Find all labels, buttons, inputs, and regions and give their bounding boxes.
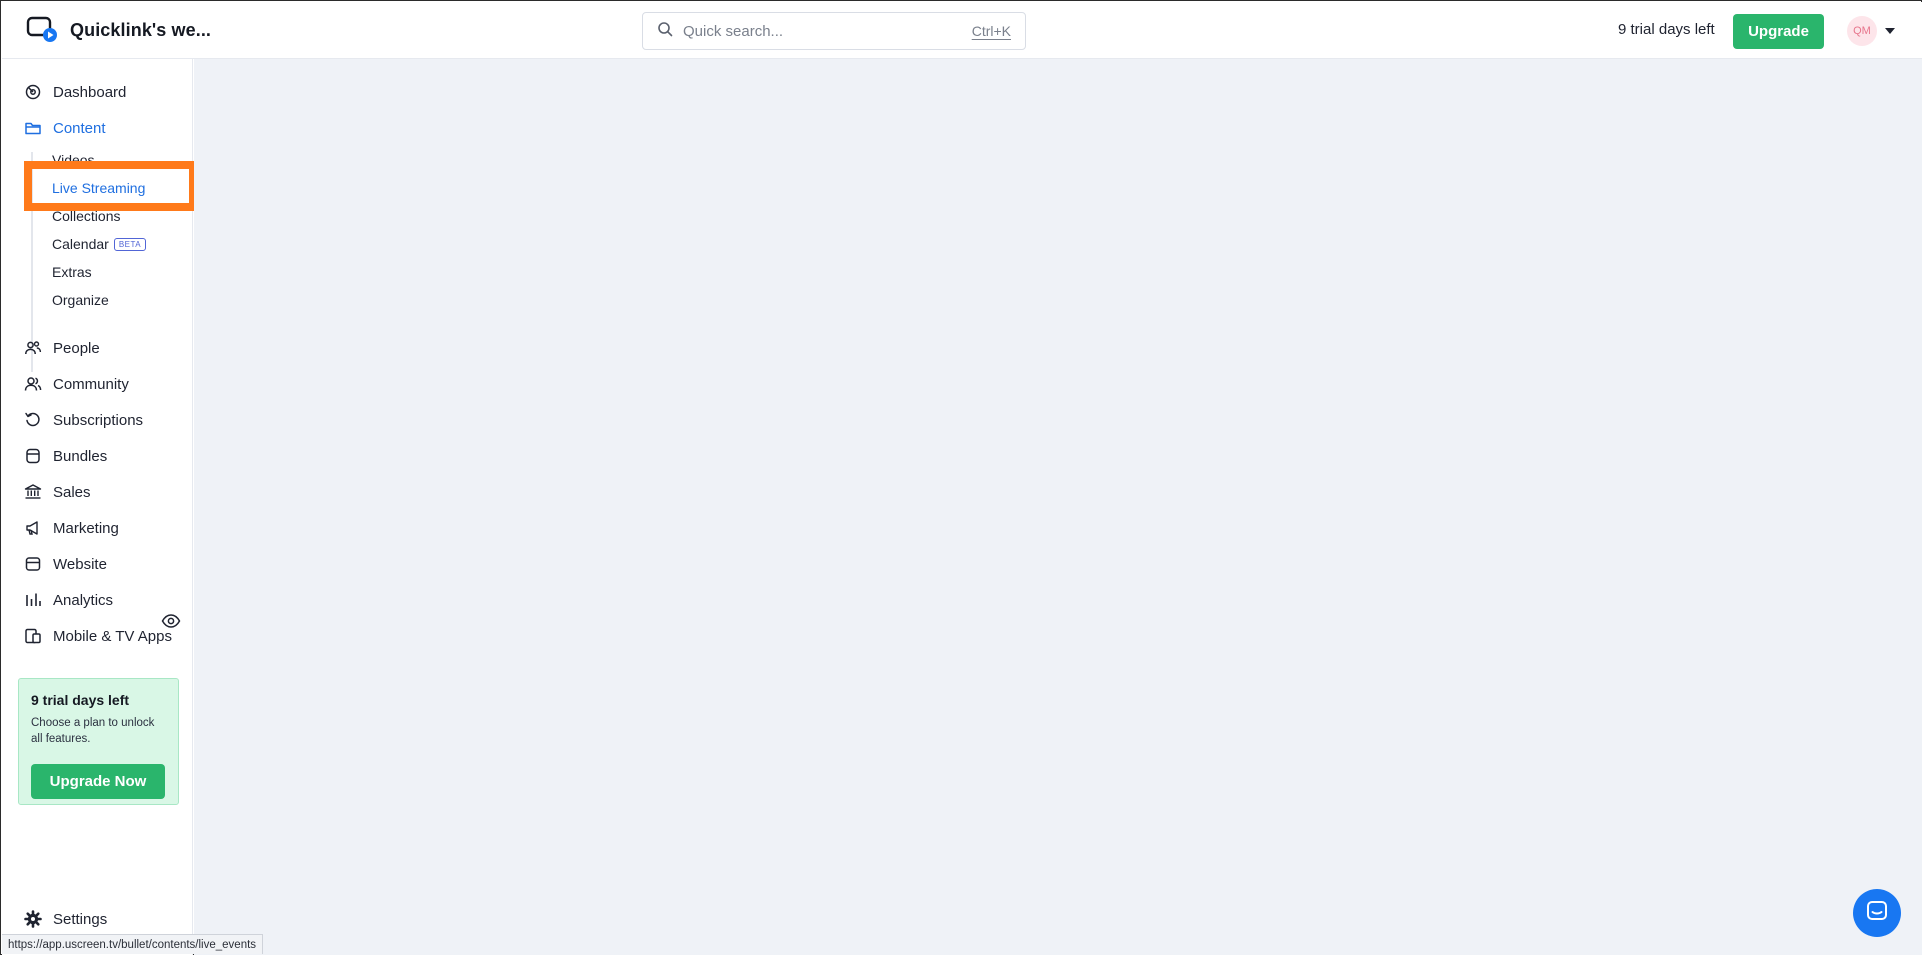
- sidebar-item-label: Website: [53, 555, 107, 573]
- dashboard-icon: [24, 83, 42, 101]
- subnav-item-videos[interactable]: Videos: [52, 150, 95, 170]
- sidebar-item-website[interactable]: Website: [24, 552, 107, 576]
- sidebar-item-label: People: [53, 339, 100, 357]
- community-icon: [24, 375, 42, 393]
- people-icon: [24, 339, 42, 357]
- chat-icon: [1865, 899, 1889, 928]
- sidebar-item-mobile-tv-apps[interactable]: Mobile & TV Apps: [24, 624, 172, 648]
- search-shortcut: Ctrl+K: [971, 23, 1011, 39]
- subnav-item-extras[interactable]: Extras: [52, 262, 92, 282]
- sidebar-item-label: Subscriptions: [53, 411, 144, 429]
- sidebar-item-label: Content: [53, 119, 106, 137]
- bank-icon: [24, 483, 42, 501]
- brand[interactable]: Quicklink's we...: [26, 15, 211, 45]
- search-placeholder: Quick search...: [683, 22, 784, 40]
- sidebar-item-marketing[interactable]: Marketing: [24, 516, 119, 540]
- upgrade-now-button[interactable]: Upgrade Now: [31, 764, 165, 799]
- sidebar-item-label: Bundles: [53, 447, 108, 465]
- upgrade-button[interactable]: Upgrade: [1733, 14, 1824, 49]
- sidebar-item-subscriptions[interactable]: Subscriptions: [24, 408, 143, 432]
- sidebar-item-dashboard[interactable]: Dashboard: [24, 80, 126, 104]
- sidebar-item-bundles[interactable]: Bundles: [24, 444, 107, 468]
- sidebar-item-label: Community: [53, 375, 129, 393]
- sidebar: Dashboard Content Videos Live Streaming …: [2, 59, 197, 955]
- sidebar-item-people[interactable]: People: [24, 336, 100, 360]
- status-url: https://app.uscreen.tv/bullet/contents/l…: [2, 934, 264, 954]
- subnav-item-organize[interactable]: Organize: [52, 290, 109, 310]
- trial-card-text: Choose a plan to unlock all features.: [31, 717, 155, 745]
- sidebar-item-community[interactable]: Community: [24, 372, 129, 396]
- sidebar-item-label: Settings: [53, 910, 108, 928]
- search-icon: [657, 21, 673, 42]
- sidebar-item-label: Mobile & TV Apps: [53, 627, 172, 645]
- subscriptions-icon: [24, 411, 42, 429]
- brand-name: Quicklink's we...: [70, 19, 212, 40]
- folder-icon: [24, 119, 42, 137]
- subnav-item-live-streaming[interactable]: Live Streaming: [52, 178, 145, 198]
- trial-card-title: 9 trial days left: [31, 692, 130, 708]
- sidebar-item-analytics[interactable]: Analytics: [24, 588, 113, 612]
- megaphone-icon: [24, 519, 42, 537]
- brand-logo-icon: [26, 15, 60, 45]
- app-window: Quicklink's we... Quick search... Ctrl+K…: [0, 0, 1922, 955]
- sidebar-item-label: Marketing: [53, 519, 119, 537]
- sidebar-item-settings[interactable]: Settings: [24, 907, 107, 931]
- trial-days-text: 9 trial days left: [1618, 21, 1715, 38]
- subnav-item-calendar[interactable]: Calendar BETA: [52, 234, 147, 254]
- chat-launcher-button[interactable]: [1853, 889, 1901, 937]
- sidebar-item-sales[interactable]: Sales: [24, 480, 91, 504]
- main-content: [194, 59, 1922, 955]
- gear-icon: [24, 910, 42, 928]
- search-input[interactable]: Quick search... Ctrl+K: [642, 12, 1026, 50]
- top-bar: Quicklink's we... Quick search... Ctrl+K…: [2, 2, 1922, 59]
- store-icon: [24, 555, 42, 573]
- sidebar-item-label: Sales: [53, 483, 91, 501]
- beta-badge: BETA: [113, 237, 147, 251]
- avatar: QM: [1847, 16, 1877, 46]
- bar-chart-icon: [24, 591, 42, 609]
- devices-icon: [24, 627, 42, 645]
- sidebar-item-label: Analytics: [53, 591, 114, 609]
- account-menu[interactable]: QM: [1847, 16, 1895, 46]
- chevron-down-icon: [1885, 28, 1895, 34]
- sidebar-item-content[interactable]: Content: [24, 116, 106, 140]
- trial-card: 9 trial days left Choose a plan to unloc…: [18, 678, 179, 805]
- subnav-item-collections[interactable]: Collections: [52, 206, 120, 226]
- sidebar-item-label: Dashboard: [53, 83, 127, 101]
- subnav-item-label: Calendar: [52, 236, 109, 252]
- bundles-icon: [24, 447, 42, 465]
